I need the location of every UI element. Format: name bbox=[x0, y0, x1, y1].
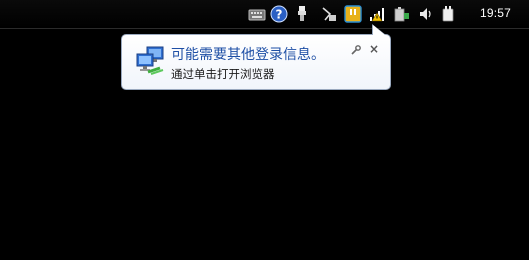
svg-text:?: ? bbox=[276, 8, 283, 22]
battery-icon[interactable] bbox=[393, 5, 411, 23]
desktop: ? 19:57 可能需要其他登录信息。 通过单击打开浏览器 × bbox=[0, 0, 529, 260]
balloon-message[interactable]: 通过单击打开浏览器 bbox=[171, 66, 275, 82]
app-icon[interactable] bbox=[344, 5, 362, 23]
network-computers-icon bbox=[134, 44, 168, 78]
volume-icon[interactable] bbox=[417, 5, 435, 23]
help-icon[interactable]: ? bbox=[270, 5, 288, 23]
taskbar: ? 19:57 bbox=[0, 0, 529, 29]
balloon-tail-fill bbox=[373, 25, 385, 35]
usb-device-icon[interactable] bbox=[293, 5, 311, 23]
balloon-title[interactable]: 可能需要其他登录信息。 bbox=[171, 44, 325, 64]
network-signal-icon[interactable] bbox=[368, 5, 386, 23]
network-flag-icon[interactable] bbox=[320, 5, 338, 23]
keyboard-icon[interactable] bbox=[248, 5, 266, 23]
notification-balloon[interactable]: 可能需要其他登录信息。 通过单击打开浏览器 × bbox=[121, 24, 391, 90]
wrench-icon[interactable] bbox=[350, 44, 362, 56]
power-icon[interactable] bbox=[439, 5, 457, 23]
clock[interactable]: 19:57 bbox=[480, 6, 511, 20]
close-icon[interactable]: × bbox=[368, 43, 380, 55]
